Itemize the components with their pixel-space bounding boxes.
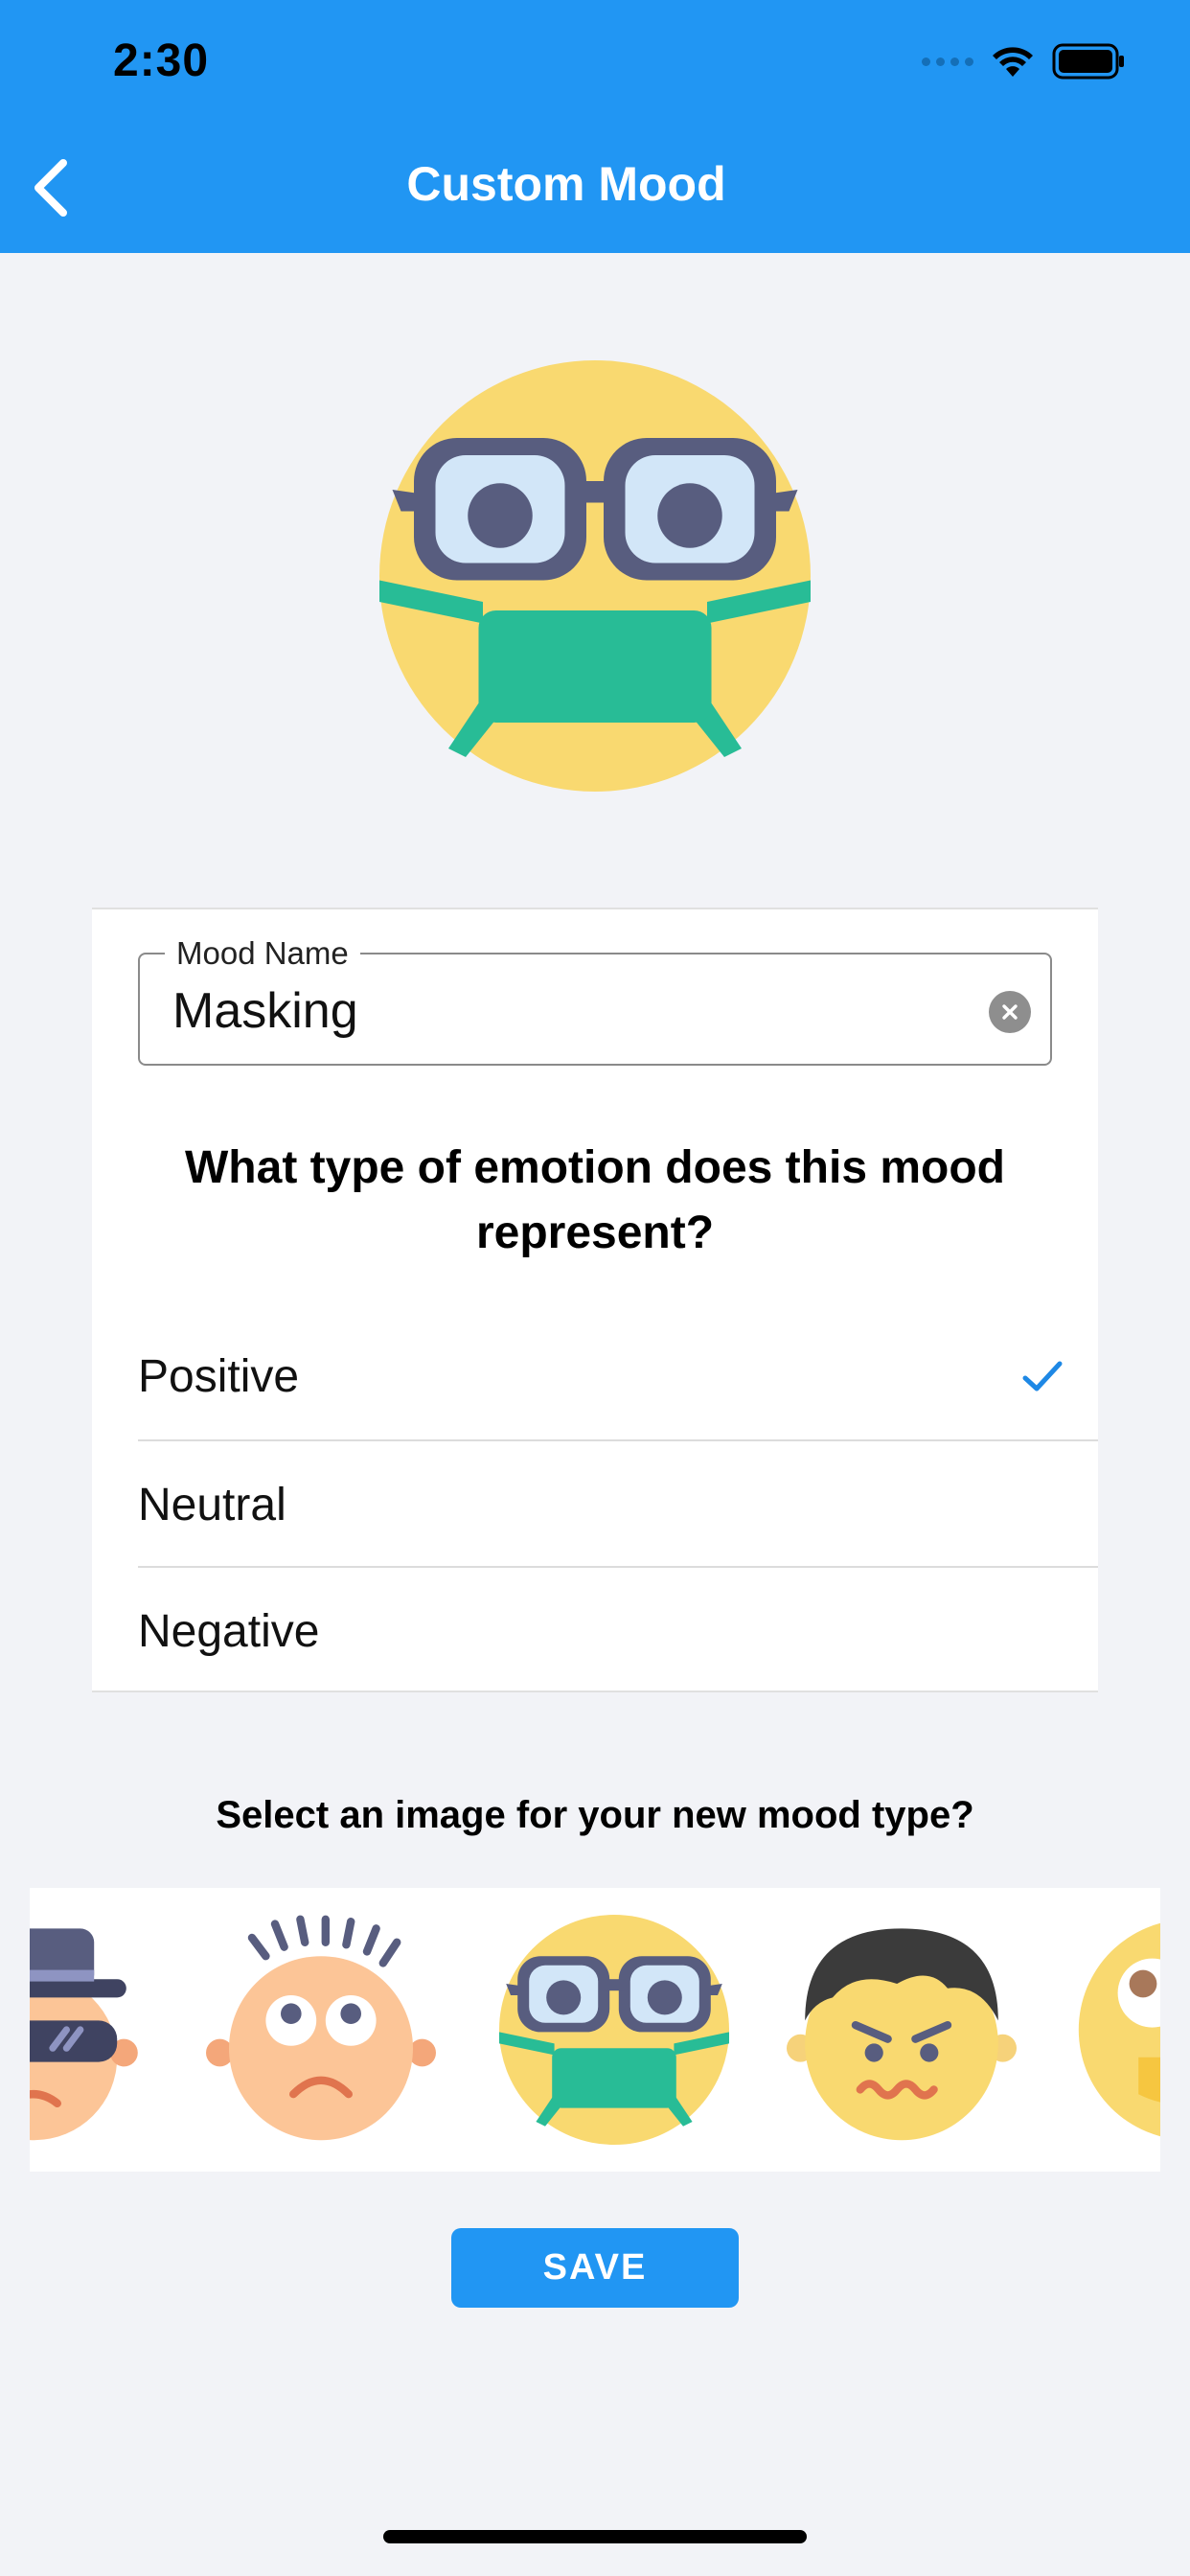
option-label: Negative xyxy=(138,1605,320,1657)
battery-icon xyxy=(1052,43,1124,80)
option-label: Positive xyxy=(138,1350,300,1402)
page-title: Custom Mood xyxy=(406,157,726,211)
cellular-signal-icon xyxy=(922,57,973,66)
worried-face-icon xyxy=(206,1915,436,2141)
option-label: Neutral xyxy=(138,1479,286,1530)
mood-name-label: Mood Name xyxy=(165,935,360,972)
option-negative[interactable]: Negative xyxy=(138,1568,1098,1694)
app-header: 2:30 Custom Mood xyxy=(0,0,1190,253)
clear-button[interactable] xyxy=(989,991,1031,1033)
mood-image-option[interactable] xyxy=(787,1915,1017,2145)
mood-image-option-selected[interactable] xyxy=(499,1915,729,2145)
masked-face-with-glasses-icon xyxy=(379,360,811,792)
mood-name-field[interactable]: Mood Name xyxy=(138,935,1052,1066)
mood-image-option[interactable] xyxy=(30,1915,145,2145)
mood-image-option[interactable] xyxy=(1074,1915,1160,2145)
emotion-question: What type of emotion does this mood repr… xyxy=(185,1142,1005,1258)
wifi-icon xyxy=(993,47,1033,77)
image-picker-title: Select an image for your new mood type? xyxy=(216,1794,974,1836)
mood-form-card: Mood Name What type of emotion does this… xyxy=(92,908,1098,1692)
option-neutral[interactable]: Neutral xyxy=(138,1441,1098,1568)
home-indicator[interactable] xyxy=(383,2530,807,2543)
selected-mood-image xyxy=(379,360,811,792)
image-carousel[interactable] xyxy=(30,1888,1160,2172)
spy-face-icon xyxy=(30,1928,138,2141)
masked-face-with-glasses-icon xyxy=(499,1915,729,2145)
clear-circle-icon xyxy=(1002,1004,1018,1020)
option-positive[interactable]: Positive xyxy=(138,1313,1098,1439)
status-icons xyxy=(922,42,1127,80)
mood-image-option[interactable] xyxy=(206,1915,436,2145)
mood-name-input[interactable] xyxy=(172,979,939,1043)
status-time: 2:30 xyxy=(113,35,210,86)
angry-face-icon xyxy=(787,1928,1017,2141)
silly-face-icon xyxy=(1078,1922,1160,2137)
save-button[interactable]: SAVE xyxy=(451,2228,739,2308)
checkmark-icon xyxy=(1021,1338,1098,1414)
